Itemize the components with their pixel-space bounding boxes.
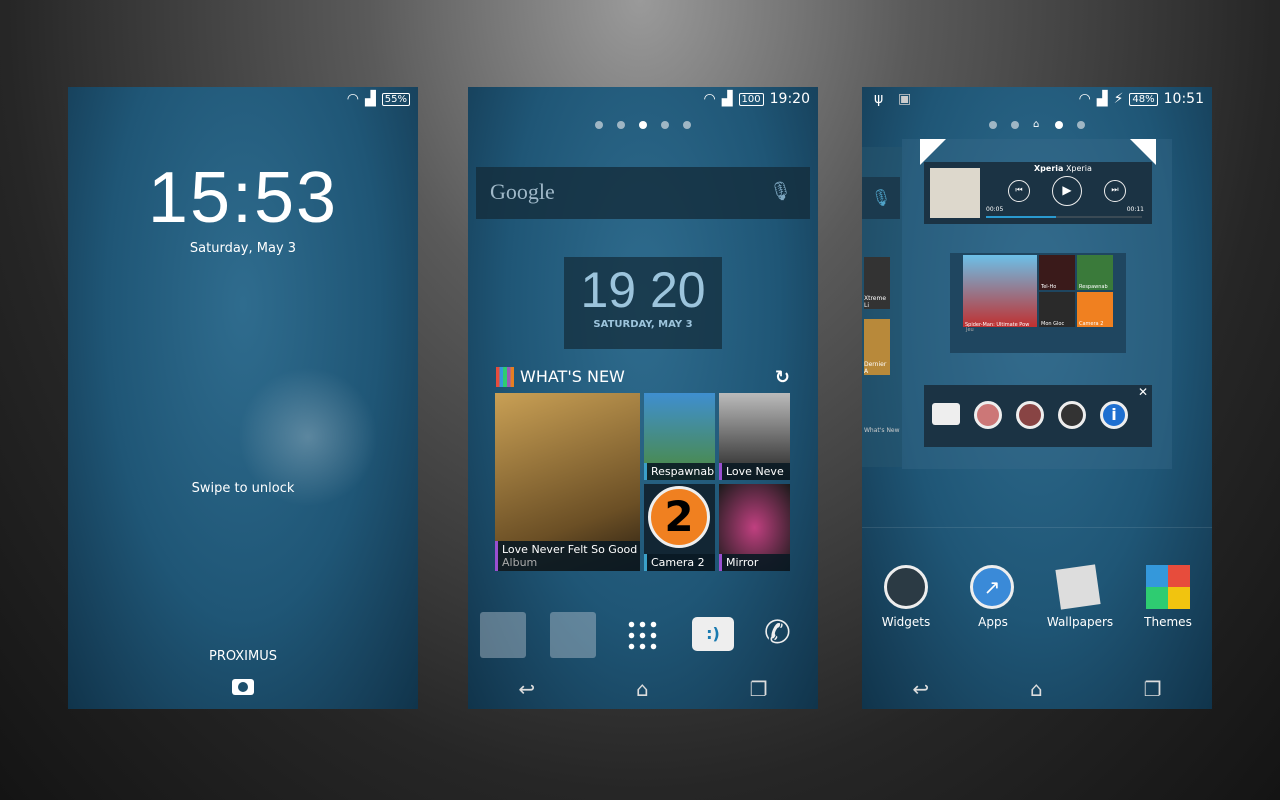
wifi-icon: ◠ [1078,91,1091,107]
wallpapers-icon[interactable] [1055,564,1101,610]
home-icon[interactable]: ⌂ [1030,677,1043,701]
clock-time: 19 20 [580,262,706,318]
apps-option[interactable]: Apps [948,615,1038,629]
messaging-icon[interactable]: :) [692,617,734,651]
signal-icon: ▟ [364,91,376,107]
battery-indicator: 100 [738,92,764,106]
lock-clock: 15:53 [147,158,339,238]
clock-widget[interactable]: 19 20 SATURDAY, MAY 3 [564,257,722,349]
item-title: Love Never Felt So Good [502,543,638,556]
back-icon[interactable]: ↩ [912,677,929,701]
status-time: 19:20 [769,91,810,107]
navigation-bar: ↩ ⌂ ❐ [468,677,818,701]
shortcut-bar[interactable]: ✕ i [924,385,1152,447]
home-edit-screen: ψ ▣ ◠ ▟ ⚡ 48% 10:51 ⌂ 🎙 Xtreme Li Dernie… [862,87,1212,709]
battery-indicator: 55% [381,92,410,106]
whats-new-item[interactable]: Love Neve [719,393,790,480]
camera-icon[interactable] [232,679,254,695]
total-time: 00:11 [1126,206,1144,213]
app-drawer-icon[interactable] [626,619,660,653]
next-button[interactable]: ⏭ [1104,180,1126,202]
item-subtitle: Album [502,556,538,569]
camera-icon[interactable] [932,403,960,425]
whats-new-item[interactable]: Respawnab [644,393,715,480]
progress-bar[interactable] [986,216,1142,218]
app-tile[interactable]: Camera 2 [1077,292,1113,327]
whats-new-label: What's New [864,427,900,434]
left-pane-tile: Xtreme Li [864,257,890,309]
app-tile[interactable]: Spider-Man: Ultimate Pow [963,255,1037,328]
google-search-bar[interactable]: Google 🎙 [476,167,810,219]
themes-option[interactable]: Themes [1123,615,1212,629]
music-widget[interactable]: Xperia Xperia ⏮ ▶ ⏭ 00:05 00:11 [924,162,1152,224]
previous-button[interactable]: ⏮ [1008,180,1030,202]
whats-new-item[interactable]: Mirror [719,484,790,571]
widgets-option[interactable]: Widgets [862,615,951,629]
page-indicator[interactable] [468,121,818,129]
microphone-icon[interactable]: 🎙 [769,181,792,202]
elapsed-time: 00:05 [986,206,1004,213]
palette-icon[interactable] [1058,401,1086,429]
recents-icon[interactable]: ❐ [1144,677,1162,701]
tools-icon[interactable]: ✕ [1138,385,1148,399]
navigation-bar: ↩ ⌂ ❐ [862,677,1212,701]
app-tile[interactable]: Respawnab [1077,255,1113,290]
google-folder[interactable] [480,612,526,658]
status-bar: ψ ▣ ◠ ▟ ⚡ 48% 10:51 [862,87,1212,111]
music-album: Xperia [1065,164,1092,173]
left-pane-tile: Dernier A [864,319,890,375]
home-icon[interactable]: ⌂ [636,677,649,701]
refresh-icon[interactable]: ↻ [775,367,790,388]
usb-icon: ψ [874,91,884,107]
carrier-name: PROXIMUS [209,649,277,664]
battery-indicator: 48% [1129,92,1158,106]
wifi-icon: ◠ [346,91,359,107]
apps-folder[interactable] [550,612,596,658]
wifi-icon: ◠ [703,91,716,107]
swipe-to-unlock[interactable]: Swipe to unlock [68,481,418,496]
app-tile[interactable]: Tel-Ho [1039,255,1075,290]
microphone-icon: 🎙 [862,177,900,219]
wallpapers-option[interactable]: Wallpapers [1035,615,1125,629]
whats-new-item[interactable]: Love Never Felt So Good Album [495,393,640,571]
app-icon[interactable] [1016,401,1044,429]
home-screen: ◠ ▟ 100 19:20 Google 🎙 19 20 SATURDAY, M… [468,87,818,709]
signal-icon: ▟ [721,91,733,107]
back-icon[interactable]: ↩ [518,677,535,701]
signal-icon: ▟ [1096,91,1108,107]
page-indicator[interactable]: ⌂ [862,120,1212,130]
lock-screen: ◠ ▟ 55% 15:53 Saturday, May 3 Swipe to u… [68,87,418,709]
album-art [930,168,980,218]
recents-icon[interactable]: ❐ [750,677,768,701]
lock-date: Saturday, May 3 [189,241,297,256]
android-icon: ▣ [898,91,912,107]
status-time: 10:51 [1163,91,1204,107]
app-icon[interactable] [974,401,1002,429]
clock-date: SATURDAY, MAY 3 [593,319,693,330]
play-button[interactable]: ▶ [1052,176,1082,206]
music-artist: Xperia [1034,164,1064,173]
whats-new-title: WHAT'S NEW [520,367,625,386]
app-tile[interactable]: Mon Gloc [1039,292,1075,327]
apps-icon[interactable]: ↗ [970,565,1014,609]
whats-new-item[interactable]: 2 Camera 2 [644,484,715,571]
google-logo: Google [490,179,555,204]
apps-widget[interactable]: Spider-Man: Ultimate Pow Tel-Ho Respawna… [950,253,1126,353]
left-pane[interactable]: 🎙 Xtreme Li Dernier A What's New [862,147,902,467]
phone-icon[interactable]: ✆ [764,613,791,651]
status-bar: ◠ ▟ 100 19:20 [468,87,818,111]
whats-new-icon [496,367,514,387]
charging-icon: ⚡ [1113,91,1124,107]
widgets-icon[interactable] [884,565,928,609]
themes-icon[interactable] [1146,565,1190,609]
info-icon[interactable]: i [1100,401,1128,429]
status-bar: ◠ ▟ 55% [68,87,418,111]
